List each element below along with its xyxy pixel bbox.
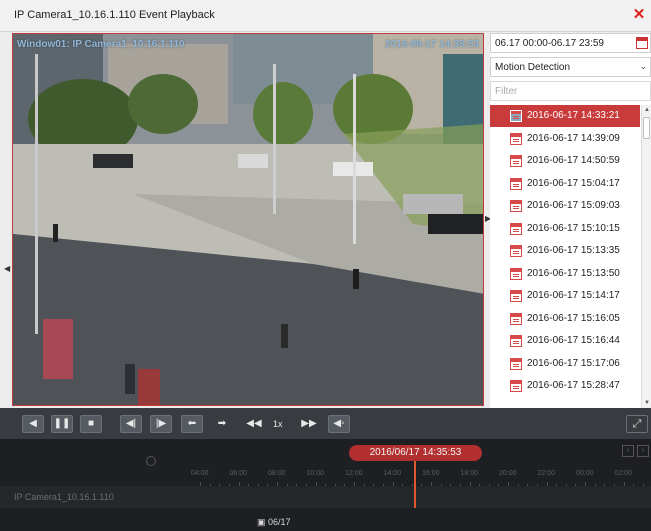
time-tick-label: 22:00 bbox=[537, 470, 556, 477]
chevron-down-icon: ⌄ bbox=[639, 61, 647, 71]
time-tick-label: 04:00 bbox=[191, 470, 209, 477]
camera-frame bbox=[13, 34, 483, 405]
osd-timestamp: 2016-06-17 14:35:53 bbox=[385, 39, 479, 50]
scroll-up-icon[interactable]: ▲ bbox=[642, 105, 651, 115]
search-panel: 06.17 00:00-06.17 23:59 Motion Detection… bbox=[490, 33, 651, 408]
event-record-icon bbox=[510, 335, 522, 347]
event-time-label: 2016-06-17 15:16:05 bbox=[527, 312, 620, 324]
event-list-item[interactable]: 2016-06-17 15:17:06 bbox=[490, 353, 640, 375]
date-button[interactable]: ▣ 06/17 bbox=[257, 517, 291, 531]
time-tick-label: 14:00 bbox=[383, 470, 402, 477]
title-bar: IP Camera1_10.16.1.110 Event Playback ✕ bbox=[0, 0, 651, 32]
time-tick-label: 02:00 bbox=[614, 470, 633, 477]
playback-controls: ◀ ❚❚ ■ ◀| |▶ ⬅ ➡ ◀◀ 1x ▶▶ ◀◦ ⤢ bbox=[0, 408, 651, 439]
current-time-badge: 2016/06/17 14:35:53 bbox=[349, 445, 482, 461]
event-time-label: 2016-06-17 15:16:44 bbox=[527, 335, 620, 346]
event-time-label: 2016-06-17 15:28:47 bbox=[527, 380, 620, 391]
time-tick-label: 00:00 bbox=[576, 470, 594, 477]
event-list-item[interactable]: 2016-06-17 15:14:17 bbox=[490, 285, 640, 307]
date-range-value: 06.17 00:00-06.17 23:59 bbox=[495, 38, 604, 49]
scroll-down-icon[interactable]: ▼ bbox=[642, 398, 651, 408]
scrollbar-thumb[interactable] bbox=[643, 117, 650, 139]
time-tick-label: 12:00 bbox=[345, 470, 363, 477]
event-list-item[interactable]: 2016-06-17 14:33:21 bbox=[490, 105, 640, 127]
slow-down-icon[interactable]: ◀◀ bbox=[243, 415, 265, 433]
event-list-item[interactable]: 2016-06-17 15:16:05 bbox=[490, 308, 640, 330]
event-list-item[interactable]: 2016-06-17 14:50:59 bbox=[490, 150, 640, 172]
event-record-icon bbox=[510, 110, 522, 122]
camera-track-label: IP Camera1_10.16.1.110 bbox=[14, 492, 114, 502]
event-list-item[interactable]: 2016-06-17 15:28:47 bbox=[490, 375, 640, 397]
event-record-icon bbox=[510, 245, 522, 257]
event-playback-window: IP Camera1_10.16.1.110 Event Playback ✕ bbox=[0, 0, 651, 531]
event-record-icon bbox=[510, 222, 522, 235]
event-list-item[interactable]: 2016-06-17 15:10:15 bbox=[490, 218, 640, 240]
time-tick-label: 18:00 bbox=[460, 470, 479, 477]
event-record-icon bbox=[510, 380, 522, 392]
event-record-icon bbox=[510, 312, 522, 325]
clock-icon bbox=[146, 456, 156, 466]
event-time-label: 2016-06-17 15:04:17 bbox=[527, 177, 620, 189]
event-list-item[interactable]: 2016-06-17 15:13:50 bbox=[490, 263, 640, 285]
date-button-label: 06/17 bbox=[268, 517, 291, 527]
time-tick-label: 10:00 bbox=[306, 470, 325, 477]
stop-play-icon[interactable]: ◀ bbox=[22, 415, 44, 433]
event-time-label: 2016-06-17 15:09:03 bbox=[527, 200, 620, 211]
close-icon[interactable]: ✕ bbox=[631, 7, 647, 23]
event-time-label: 2016-06-17 15:13:35 bbox=[527, 245, 620, 256]
event-time-label: 2016-06-17 15:10:15 bbox=[527, 222, 620, 234]
timeline[interactable]: 2016/06/17 14:35:53 ‹ › 04:00 06:00 08:00 1… bbox=[0, 439, 651, 531]
event-list-item[interactable]: 2016-06-17 15:13:35 bbox=[490, 240, 640, 262]
time-ruler: 04:00 06:00 08:00 10:00 12:00 14:00 16:00 18:00… bbox=[0, 468, 651, 486]
event-record-icon bbox=[510, 132, 522, 145]
event-time-label: 2016-06-17 14:39:09 bbox=[527, 132, 620, 144]
fullscreen-icon[interactable]: ⤢ bbox=[626, 415, 648, 433]
event-list-item[interactable]: 2016-06-17 14:39:09 bbox=[490, 128, 640, 150]
osd-window-label: Window01: IP Camera1_10.16.1.110 bbox=[17, 39, 185, 50]
calendar-small-icon: ▣ bbox=[257, 517, 269, 527]
timeline-next-icon[interactable]: › bbox=[637, 445, 649, 457]
frame-back-icon[interactable]: ◀| bbox=[120, 415, 142, 433]
event-time-label: 2016-06-17 15:13:50 bbox=[527, 267, 620, 279]
time-tick-label: 16:00 bbox=[422, 470, 440, 477]
forward-arrow-icon[interactable]: ➡ bbox=[211, 415, 233, 433]
event-list: 2016-06-17 14:33:21 2016-06-17 14:39:09 20… bbox=[490, 105, 640, 408]
time-tick-label: 20:00 bbox=[499, 470, 517, 477]
event-time-label: 2016-06-17 14:33:21 bbox=[527, 110, 620, 121]
event-record-icon bbox=[510, 290, 522, 302]
event-record-icon bbox=[510, 200, 522, 212]
window-title: IP Camera1_10.16.1.110 Event Playback bbox=[14, 9, 215, 21]
volume-icon[interactable]: ◀◦ bbox=[328, 415, 350, 433]
video-player[interactable]: Window01: IP Camera1_10.16.1.110 2016-06… bbox=[12, 33, 484, 406]
event-list-item[interactable]: 2016-06-17 15:09:03 bbox=[490, 195, 640, 217]
event-time-label: 2016-06-17 15:17:06 bbox=[527, 357, 620, 369]
event-time-label: 2016-06-17 14:50:59 bbox=[527, 155, 620, 166]
time-tick-label: 06:00 bbox=[229, 470, 248, 477]
frame-forward-icon[interactable]: |▶ bbox=[150, 415, 172, 433]
event-record-icon bbox=[510, 267, 522, 280]
event-type-value: Motion Detection bbox=[495, 62, 571, 73]
stop-icon[interactable]: ■ bbox=[80, 415, 102, 433]
pause-icon[interactable]: ❚❚ bbox=[51, 415, 73, 433]
time-tick-label: 08:00 bbox=[268, 470, 286, 477]
event-type-select[interactable]: Motion Detection ⌄ bbox=[490, 57, 651, 77]
event-list-item[interactable]: 2016-06-17 15:04:17 bbox=[490, 173, 640, 195]
collapse-left-icon[interactable]: ◀ bbox=[4, 264, 10, 274]
event-record-icon bbox=[510, 177, 522, 190]
event-record-icon bbox=[510, 155, 522, 167]
timeline-prev-icon[interactable]: ‹ bbox=[622, 445, 634, 457]
calendar-icon[interactable] bbox=[636, 37, 648, 49]
event-list-scrollbar[interactable]: ▲ ▼ bbox=[641, 105, 651, 408]
date-range-field[interactable]: 06.17 00:00-06.17 23:59 bbox=[490, 33, 651, 53]
speed-up-icon[interactable]: ▶▶ bbox=[298, 415, 320, 433]
filter-input[interactable] bbox=[490, 81, 651, 101]
reverse-arrow-icon[interactable]: ⬅ bbox=[181, 415, 203, 433]
event-time-label: 2016-06-17 15:14:17 bbox=[527, 290, 620, 301]
playhead[interactable] bbox=[414, 461, 416, 508]
event-record-icon bbox=[510, 357, 522, 370]
event-list-item[interactable]: 2016-06-17 15:16:44 bbox=[490, 330, 640, 352]
speed-value: 1x bbox=[273, 419, 283, 429]
